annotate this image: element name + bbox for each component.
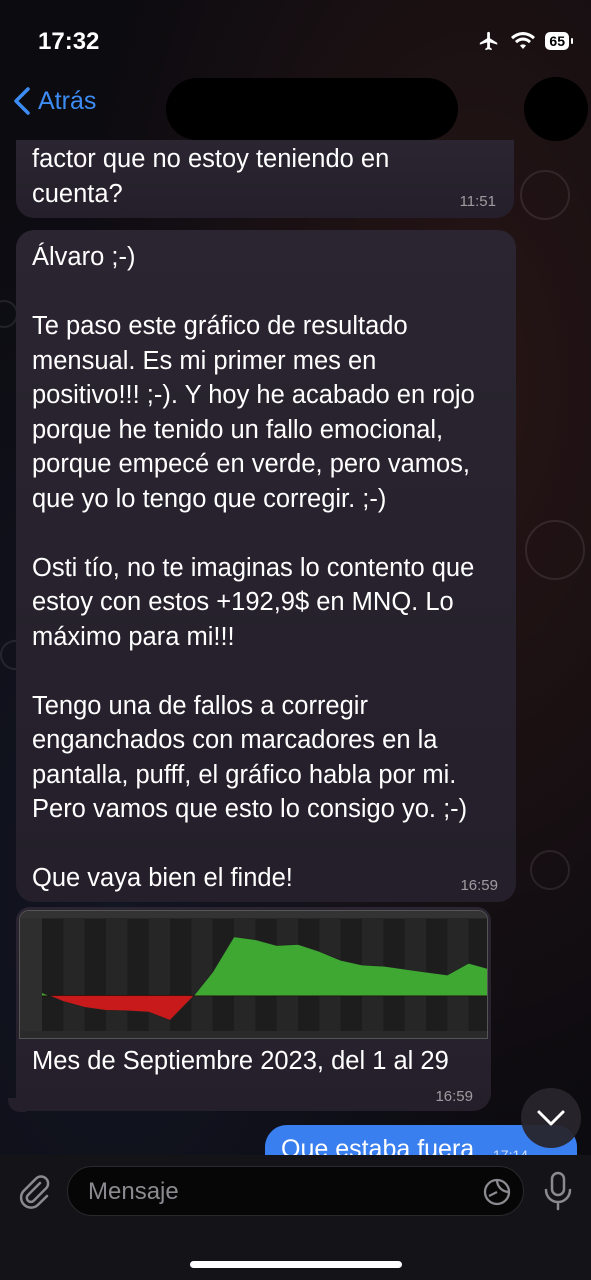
x-axis-strip	[20, 1031, 487, 1038]
message-placeholder: Mensaje	[88, 1178, 179, 1205]
airplane-mode-icon	[480, 31, 498, 51]
message-composer: Mensaje	[0, 1155, 591, 1280]
incoming-photo-message[interactable]: Mes de Septiembre 2023, del 1 al 29 16:5…	[16, 907, 491, 1111]
wifi-icon	[511, 32, 536, 49]
chart-band	[127, 919, 149, 1031]
microphone-icon	[544, 1171, 572, 1211]
chart-image[interactable]	[19, 910, 488, 1039]
y-axis-strip	[20, 911, 42, 1038]
sticker-button[interactable]	[483, 1178, 511, 1211]
sticker-icon	[483, 1178, 511, 1206]
home-indicator	[190, 1261, 402, 1268]
pnl-chart	[20, 911, 487, 1038]
scroll-to-bottom-button[interactable]	[521, 1088, 581, 1148]
chart-toolbar	[20, 911, 487, 918]
paperclip-icon	[19, 1175, 50, 1209]
status-bar: 17:32 65	[0, 0, 591, 80]
avatar[interactable]	[524, 77, 588, 141]
voice-message-button[interactable]	[541, 1171, 575, 1216]
message-time: 16:59	[460, 877, 498, 894]
chevron-down-icon	[537, 1110, 565, 1126]
chat-header: Atrás	[0, 70, 591, 141]
clock: 17:32	[38, 28, 100, 55]
chart-band	[84, 919, 106, 1031]
message-time: 11:51	[459, 193, 496, 210]
message-text: factor que no estoy teniendo en cuenta?	[32, 145, 390, 208]
back-button[interactable]: Atrás	[12, 86, 96, 116]
message-input[interactable]: Mensaje	[67, 1166, 524, 1216]
incoming-message[interactable]: Álvaro ;-) Te paso este gráfico de resul…	[16, 230, 516, 902]
photo-caption: Mes de Septiembre 2023, del 1 al 29	[32, 1047, 449, 1075]
message-text: Álvaro ;-) Te paso este gráfico de resul…	[32, 243, 475, 892]
chevron-left-icon	[14, 87, 30, 115]
battery-indicator: 65	[545, 32, 573, 50]
attach-button[interactable]	[16, 1173, 52, 1214]
back-label: Atrás	[38, 86, 97, 115]
chart-band	[42, 919, 64, 1031]
message-time: 16:59	[435, 1088, 473, 1105]
contact-name-redacted[interactable]	[166, 78, 458, 140]
incoming-message[interactable]: factor que no estoy teniendo en cuenta? …	[16, 140, 514, 218]
